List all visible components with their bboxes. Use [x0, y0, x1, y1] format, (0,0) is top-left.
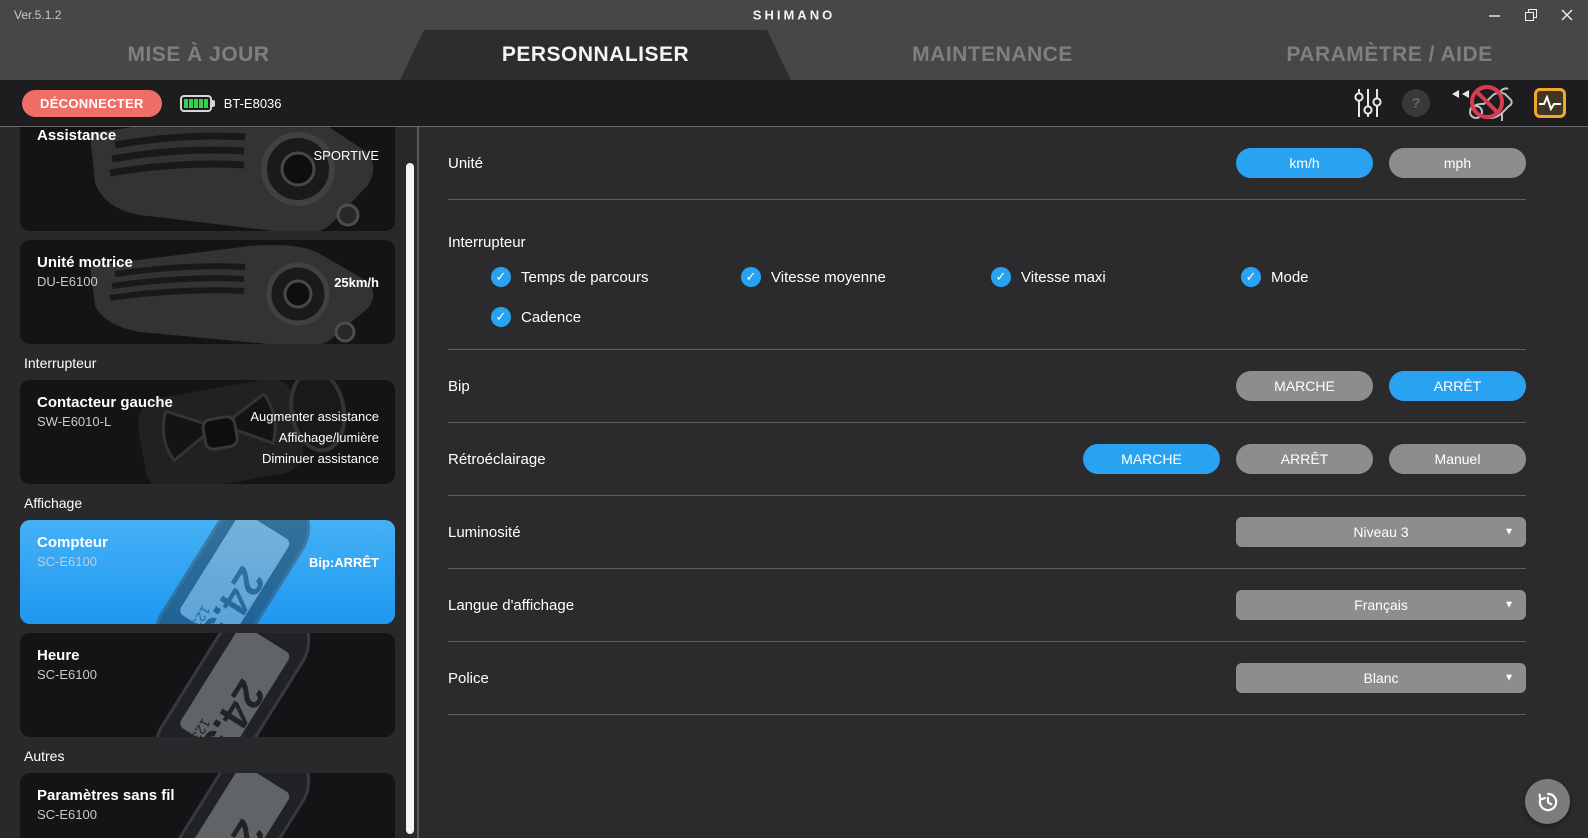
shimano-logo: SHIMANO: [752, 7, 836, 23]
setting-label: Bip: [448, 377, 470, 395]
close-button[interactable]: [1556, 4, 1578, 26]
tab-mise-a-jour[interactable]: MISE À JOUR: [0, 30, 397, 80]
sidebar-section-interrupteur: Interrupteur: [24, 355, 97, 371]
no-ride-icon[interactable]: [1450, 82, 1514, 124]
checkbox-mode[interactable]: ✓ Mode: [1241, 267, 1491, 287]
battery-icon: [179, 94, 215, 112]
card-model: SW-E6010-L: [37, 414, 112, 429]
diagnostics-icon[interactable]: [1534, 88, 1566, 118]
sidebar-scrollbar[interactable]: [406, 163, 414, 834]
sidebar-section-autres: Autres: [24, 748, 65, 764]
restore-button[interactable]: [1520, 4, 1542, 26]
card-title: Assistance: [37, 127, 117, 144]
reset-history-icon: [1537, 792, 1557, 811]
card-value: Bip:ARRÊT: [308, 555, 379, 570]
retroeclairage-manuel-button[interactable]: Manuel: [1389, 444, 1526, 474]
settings-panel: Unité km/h mph Interrupteur ✓ Temps de p…: [419, 127, 1588, 838]
card-title: Contacteur gauche: [37, 394, 173, 411]
titlebar: Ver.5.1.2 SHIMANO: [0, 0, 1588, 30]
sidebar-card-contacteur-gauche[interactable]: Contacteur gauche SW-E6010-L Augmenter a…: [20, 380, 395, 484]
sidebar-section-affichage: Affichage: [24, 495, 83, 511]
retroeclairage-arret-button[interactable]: ARRÊT: [1236, 444, 1373, 474]
checkbox-vitesse-maxi[interactable]: ✓ Vitesse maxi: [991, 267, 1241, 287]
setting-label: Luminosité: [448, 523, 521, 541]
card-model: SC-E6100: [37, 667, 97, 682]
sliders-icon[interactable]: [1354, 87, 1382, 119]
unite-kmh-button[interactable]: km/h: [1236, 148, 1373, 178]
checkbox-checked-icon: ✓: [491, 267, 511, 287]
minimize-button[interactable]: [1484, 4, 1506, 26]
device-sidebar: Assistance SPORTIVE Unité motrice DU-E61…: [0, 127, 419, 838]
card-assignment: Affichage/lumière: [278, 430, 379, 445]
reset-history-button[interactable]: [1525, 779, 1570, 824]
app-window: Ver.5.1.2 SHIMANO MISE À JOUR PERSONNALI…: [0, 0, 1588, 838]
card-title: Compteur: [37, 534, 108, 551]
setting-row-langue: Langue d'affichage Français ▼: [448, 569, 1526, 642]
setting-label: Interrupteur: [448, 234, 526, 251]
checkbox-vitesse-moyenne[interactable]: ✓ Vitesse moyenne: [741, 267, 991, 287]
card-assignment: Augmenter assistance: [250, 409, 379, 424]
bip-arret-button[interactable]: ARRÊT: [1389, 371, 1526, 401]
content-area: Assistance SPORTIVE Unité motrice DU-E61…: [0, 127, 1588, 838]
setting-label: Police: [448, 669, 489, 687]
setting-label: Rétroéclairage: [448, 450, 546, 468]
card-title: Paramètres sans fil: [37, 787, 175, 804]
card-model: SC-E6100: [37, 554, 97, 569]
card-model: SC-E6100: [37, 807, 97, 822]
device-name: BT-E8036: [223, 95, 282, 111]
tab-parametre-aide[interactable]: PARAMÈTRE / AIDE: [1191, 30, 1588, 80]
tab-bar: MISE À JOUR PERSONNALISER MAINTENANCE PA…: [0, 30, 1588, 80]
setting-row-luminosite: Luminosité Niveau 3 ▼: [448, 496, 1526, 569]
setting-row-police: Police Blanc ▼: [448, 642, 1526, 715]
checkbox-checked-icon: ✓: [991, 267, 1011, 287]
langue-dropdown[interactable]: Français ▼: [1236, 590, 1526, 620]
card-model: DU-E6100: [37, 274, 98, 289]
bip-marche-button[interactable]: MARCHE: [1236, 371, 1373, 401]
help-icon[interactable]: ?: [1402, 89, 1430, 117]
chevron-down-icon: ▼: [1504, 526, 1514, 538]
setting-row-interrupteur: Interrupteur ✓ Temps de parcours ✓ Vites…: [448, 200, 1526, 350]
chevron-down-icon: ▼: [1504, 599, 1514, 611]
setting-label: Langue d'affichage: [448, 596, 575, 614]
checkbox-checked-icon: ✓: [491, 307, 511, 327]
card-title: Heure: [37, 647, 80, 664]
sidebar-card-unite-motrice[interactable]: Unité motrice DU-E6100 25km/h: [20, 240, 395, 344]
disconnect-button[interactable]: DÉCONNECTER: [22, 89, 162, 117]
card-title: Unité motrice: [37, 254, 133, 271]
retroeclairage-marche-button[interactable]: MARCHE: [1083, 444, 1220, 474]
sidebar-card-parametres-sans-fil[interactable]: 24.5 1235.4 Paramètres sans fil SC-E6100: [20, 773, 395, 838]
luminosite-dropdown[interactable]: Niveau 3 ▼: [1236, 517, 1526, 547]
toolbar-icons: ?: [1354, 82, 1566, 124]
police-dropdown[interactable]: Blanc ▼: [1236, 663, 1526, 693]
card-assignment: Diminuer assistance: [261, 451, 379, 466]
checkbox-cadence[interactable]: ✓ Cadence: [491, 307, 741, 327]
setting-row-unite: Unité km/h mph: [448, 127, 1526, 200]
card-value: 25km/h: [334, 275, 379, 290]
connection-toolbar: DÉCONNECTER BT-E8036 ?: [0, 80, 1588, 127]
version-label: Ver.5.1.2: [14, 8, 62, 22]
setting-row-retroeclairage: Rétroéclairage MARCHE ARRÊT Manuel: [448, 423, 1526, 496]
checkbox-checked-icon: ✓: [741, 267, 761, 287]
checkbox-checked-icon: ✓: [1241, 267, 1261, 287]
tab-maintenance[interactable]: MAINTENANCE: [794, 30, 1191, 80]
card-value: SPORTIVE: [313, 148, 379, 163]
window-controls: [1484, 0, 1578, 30]
sidebar-card-compteur[interactable]: 24.5 1235.4 Compteur SC-E6100 Bip:ARRÊT: [20, 520, 395, 624]
tab-personnaliser[interactable]: PERSONNALISER: [397, 30, 794, 80]
sidebar-card-assistance[interactable]: Assistance SPORTIVE: [20, 127, 395, 231]
checkbox-temps-de-parcours[interactable]: ✓ Temps de parcours: [491, 267, 741, 287]
setting-label: Unité: [448, 154, 484, 172]
chevron-down-icon: ▼: [1504, 672, 1514, 684]
sidebar-card-heure[interactable]: 24.5 1235.4 Heure SC-E6100: [20, 633, 395, 737]
setting-row-bip: Bip MARCHE ARRÊT: [448, 350, 1526, 423]
unite-mph-button[interactable]: mph: [1389, 148, 1526, 178]
